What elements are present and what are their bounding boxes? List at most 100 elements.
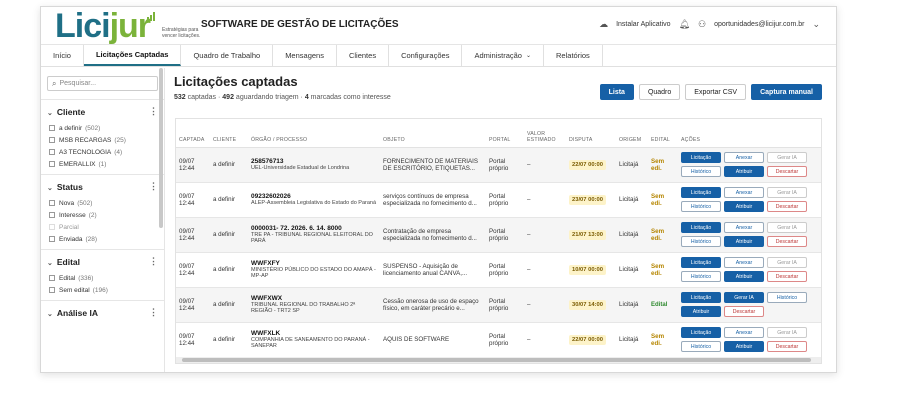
historico-button[interactable]: Histórico: [681, 271, 721, 282]
licitacao-button[interactable]: Licitação: [681, 257, 721, 268]
checkbox[interactable]: [49, 137, 55, 143]
facet-cliente-toggle[interactable]: ⌄ Cliente: [47, 107, 85, 117]
facet-status-toggle[interactable]: ⌄ Status: [47, 182, 83, 192]
process-number[interactable]: WWFXLK: [251, 330, 377, 337]
filter-option[interactable]: Parcial: [47, 221, 158, 233]
table-row[interactable]: 09/07 12:44 a definir WWFXWX TRIBUNAL REGI…: [176, 287, 821, 323]
chevron-down-icon[interactable]: ⌄: [812, 19, 820, 30]
licitacao-button[interactable]: Licitação: [681, 222, 721, 233]
checkbox[interactable]: [49, 149, 55, 155]
bell-icon[interactable]: 🔔︎: [679, 19, 690, 30]
descartar-button[interactable]: Descartar: [767, 271, 807, 282]
filter-option[interactable]: Interesse (2): [47, 209, 158, 221]
export-csv-button[interactable]: Exportar CSV: [685, 84, 747, 100]
licitacao-button[interactable]: Licitação: [681, 327, 721, 338]
process-number[interactable]: WWFXFY: [251, 260, 377, 267]
licitacao-button[interactable]: Licitação: [681, 187, 721, 198]
tab-inicio[interactable]: Início: [41, 45, 84, 66]
table-row[interactable]: 09/07 12:44 a definir 09232602026 ALEP-Ass…: [176, 182, 821, 218]
col-objeto[interactable]: OBJETO: [380, 119, 486, 148]
checkbox[interactable]: [49, 125, 55, 131]
filter-option[interactable]: a definir (502): [47, 122, 158, 134]
col-orgao[interactable]: ÓRGÃO / PROCESSO: [248, 119, 380, 148]
gerar-ia-button[interactable]: Gerar IA: [767, 257, 807, 268]
anexar-button[interactable]: Anexar: [724, 222, 764, 233]
logo[interactable]: Licijur Estratégias para vencer licitaçõ…: [55, 9, 208, 43]
historico-button[interactable]: Histórico: [681, 236, 721, 247]
historico-button[interactable]: Histórico: [681, 201, 721, 212]
tab-clientes[interactable]: Clientes: [337, 45, 390, 66]
filter-option[interactable]: Enviada (28): [47, 233, 158, 245]
col-cliente[interactable]: CLIENTE: [210, 119, 248, 148]
process-number[interactable]: WWFXWX: [251, 295, 377, 302]
kebab-icon[interactable]: ⋮: [149, 181, 158, 192]
table-row[interactable]: 09/07 12:44 a definir WWFXFY MINISTÉRIO PÚ…: [176, 252, 821, 288]
table-row[interactable]: 09/07 12:44 a definir 258576713 UEL-Univer…: [176, 147, 821, 183]
gerar-ia-button[interactable]: Gerar IA: [767, 327, 807, 338]
atribuir-button[interactable]: Atribuir: [681, 306, 721, 317]
tab-configuracoes[interactable]: Configurações: [389, 45, 463, 66]
atribuir-button[interactable]: Atribuir: [724, 341, 764, 352]
anexar-button[interactable]: Anexar: [724, 187, 764, 198]
gerar-ia-button[interactable]: Gerar IA: [767, 152, 807, 163]
descartar-button[interactable]: Descartar: [767, 166, 807, 177]
atribuir-button[interactable]: Atribuir: [724, 201, 764, 212]
licitacao-button[interactable]: Licitação: [681, 292, 721, 303]
manual-capture-button[interactable]: Captura manual: [751, 84, 822, 100]
tab-relatorios[interactable]: Relatórios: [544, 45, 603, 66]
checkbox[interactable]: [49, 200, 55, 206]
anexar-button[interactable]: Anexar: [724, 257, 764, 268]
gerar-ia-button[interactable]: Gerar IA: [724, 292, 764, 303]
kebab-icon[interactable]: ⋮: [149, 106, 158, 117]
atribuir-button[interactable]: Atribuir: [724, 166, 764, 177]
kebab-icon[interactable]: ⋮: [149, 307, 158, 318]
search-input[interactable]: ⌕ Pesquisar...: [47, 76, 158, 91]
atribuir-button[interactable]: Atribuir: [724, 236, 764, 247]
historico-button[interactable]: Histórico: [681, 341, 721, 352]
filter-option[interactable]: EMERALLIX (1): [47, 158, 158, 170]
kebab-icon[interactable]: ⋮: [149, 256, 158, 267]
filter-option[interactable]: Nova (502): [47, 197, 158, 209]
anexar-button[interactable]: Anexar: [724, 327, 764, 338]
descartar-button[interactable]: Descartar: [724, 306, 764, 317]
col-edital[interactable]: EDITAL: [648, 119, 678, 148]
tab-mensagens[interactable]: Mensagens: [273, 45, 337, 66]
facet-analise-toggle[interactable]: ⌄ Análise IA: [47, 308, 98, 318]
process-number[interactable]: 09232602026: [251, 193, 377, 200]
filter-option[interactable]: Sem edital (196): [47, 284, 158, 296]
col-origem[interactable]: ORIGEM: [616, 119, 648, 148]
user-email[interactable]: oportunidades@licijur.com.br: [714, 21, 804, 28]
filter-option[interactable]: MSB RECARGAS (25): [47, 134, 158, 146]
view-list-button[interactable]: Lista: [599, 84, 634, 100]
descartar-button[interactable]: Descartar: [767, 341, 807, 352]
process-number[interactable]: 0000031- 72. 2026. 6. 14. 8000: [251, 225, 377, 232]
checkbox[interactable]: [49, 275, 55, 281]
checkbox[interactable]: [49, 212, 55, 218]
sidebar-scrollbar[interactable]: [159, 68, 163, 228]
scrollbar-thumb[interactable]: [182, 358, 811, 362]
historico-button[interactable]: Histórico: [767, 292, 807, 303]
licitacao-button[interactable]: Licitação: [681, 152, 721, 163]
atribuir-button[interactable]: Atribuir: [724, 271, 764, 282]
descartar-button[interactable]: Descartar: [767, 201, 807, 212]
facet-edital-toggle[interactable]: ⌄ Edital: [47, 257, 80, 267]
filter-option[interactable]: Edital (336): [47, 272, 158, 284]
process-number[interactable]: 258576713: [251, 158, 377, 165]
col-captada[interactable]: CAPTADA: [176, 119, 210, 148]
checkbox[interactable]: [49, 236, 55, 242]
install-app-link[interactable]: Instalar Aplicativo: [616, 21, 670, 28]
horizontal-scrollbar[interactable]: [176, 357, 821, 363]
historico-button[interactable]: Histórico: [681, 166, 721, 177]
view-board-button[interactable]: Quadro: [638, 84, 681, 100]
col-disputa[interactable]: DISPUTA: [566, 119, 616, 148]
checkbox[interactable]: [49, 161, 55, 167]
tab-licitacoes-captadas[interactable]: Licitações Captadas: [83, 45, 182, 66]
checkbox[interactable]: [49, 287, 55, 293]
tab-administracao[interactable]: Administração ⌄: [462, 45, 545, 66]
filter-option[interactable]: A3 TECNOLOGIA (4): [47, 146, 158, 158]
table-row[interactable]: 09/07 12:44 a definir 0000031- 72. 2026. …: [176, 217, 821, 253]
gerar-ia-button[interactable]: Gerar IA: [767, 187, 807, 198]
descartar-button[interactable]: Descartar: [767, 236, 807, 247]
col-portal[interactable]: PORTAL: [486, 119, 524, 148]
tab-quadro-de-trabalho[interactable]: Quadro de Trabalho: [181, 45, 274, 66]
